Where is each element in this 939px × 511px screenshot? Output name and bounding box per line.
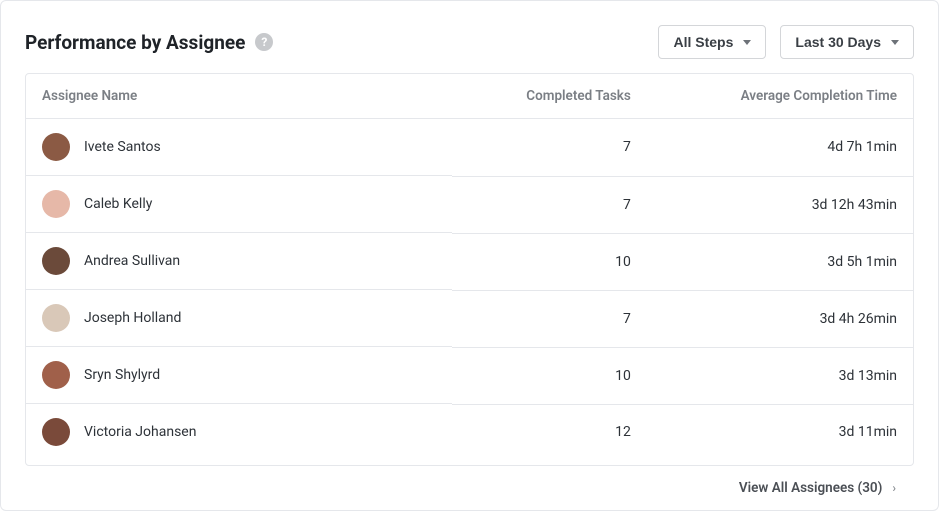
caret-down-icon [743, 40, 751, 45]
date-range-dropdown[interactable]: Last 30 Days [780, 25, 914, 59]
cell-avg-time: 3d 12h 43min [647, 176, 913, 233]
cell-assignee: Ivete Santos [26, 119, 452, 176]
cell-assignee: Sryn Shylyrd [26, 347, 452, 404]
table-row[interactable]: Victoria Johansen 123d 11min [26, 404, 913, 460]
column-header-time[interactable]: Average Completion Time [647, 74, 913, 119]
cell-avg-time: 3d 13min [647, 347, 913, 404]
avatar [42, 190, 70, 218]
view-all-link[interactable]: View All Assignees (30) › [739, 480, 896, 496]
table-row[interactable]: Ivete Santos 74d 7h 1min [26, 119, 913, 177]
cell-avg-time: 3d 4h 26min [647, 290, 913, 347]
view-all-label: View All Assignees (30) [739, 480, 883, 496]
cell-completed-tasks: 10 [452, 347, 647, 404]
date-range-label: Last 30 Days [795, 34, 881, 50]
assignee-name: Joseph Holland [84, 310, 181, 326]
assignee-name: Caleb Kelly [84, 196, 152, 212]
table-container: Assignee Name Completed Tasks Average Co… [25, 73, 914, 466]
cell-avg-time: 3d 5h 1min [647, 233, 913, 290]
cell-completed-tasks: 12 [452, 404, 647, 460]
help-icon[interactable]: ? [255, 33, 273, 51]
cell-assignee: Caleb Kelly [26, 176, 452, 233]
chevron-right-icon: › [892, 481, 896, 495]
assignee-table: Assignee Name Completed Tasks Average Co… [26, 74, 913, 460]
card-header: Performance by Assignee ? All Steps Last… [1, 1, 938, 73]
avatar [42, 418, 70, 446]
avatar [42, 304, 70, 332]
avatar [42, 133, 70, 161]
cell-avg-time: 3d 11min [647, 404, 913, 460]
column-header-name[interactable]: Assignee Name [26, 74, 452, 119]
assignee-name: Ivete Santos [84, 139, 161, 155]
steps-filter-dropdown[interactable]: All Steps [658, 25, 766, 59]
table-row[interactable]: Joseph Holland 73d 4h 26min [26, 290, 913, 347]
caret-down-icon [891, 40, 899, 45]
assignee-name: Andrea Sullivan [84, 253, 180, 269]
table-scroll[interactable]: Assignee Name Completed Tasks Average Co… [26, 74, 913, 465]
performance-card: Performance by Assignee ? All Steps Last… [0, 0, 939, 511]
card-footer: View All Assignees (30) › [1, 466, 938, 510]
cell-avg-time: 4d 7h 1min [647, 119, 913, 177]
card-title: Performance by Assignee [25, 31, 245, 54]
assignee-name: Sryn Shylyrd [84, 367, 160, 383]
cell-assignee: Victoria Johansen [26, 404, 452, 460]
avatar [42, 247, 70, 275]
cell-completed-tasks: 7 [452, 290, 647, 347]
assignee-name: Victoria Johansen [84, 424, 196, 440]
cell-assignee: Andrea Sullivan [26, 233, 452, 290]
cell-assignee: Joseph Holland [26, 290, 452, 347]
steps-filter-label: All Steps [673, 34, 733, 50]
filter-group: All Steps Last 30 Days [658, 25, 914, 59]
cell-completed-tasks: 10 [452, 233, 647, 290]
table-row[interactable]: Sryn Shylyrd 103d 13min [26, 347, 913, 404]
column-header-tasks[interactable]: Completed Tasks [452, 74, 647, 119]
cell-completed-tasks: 7 [452, 176, 647, 233]
table-row[interactable]: Caleb Kelly 73d 12h 43min [26, 176, 913, 233]
table-row[interactable]: Andrea Sullivan 103d 5h 1min [26, 233, 913, 290]
title-wrap: Performance by Assignee ? [25, 31, 273, 54]
cell-completed-tasks: 7 [452, 119, 647, 177]
avatar [42, 361, 70, 389]
